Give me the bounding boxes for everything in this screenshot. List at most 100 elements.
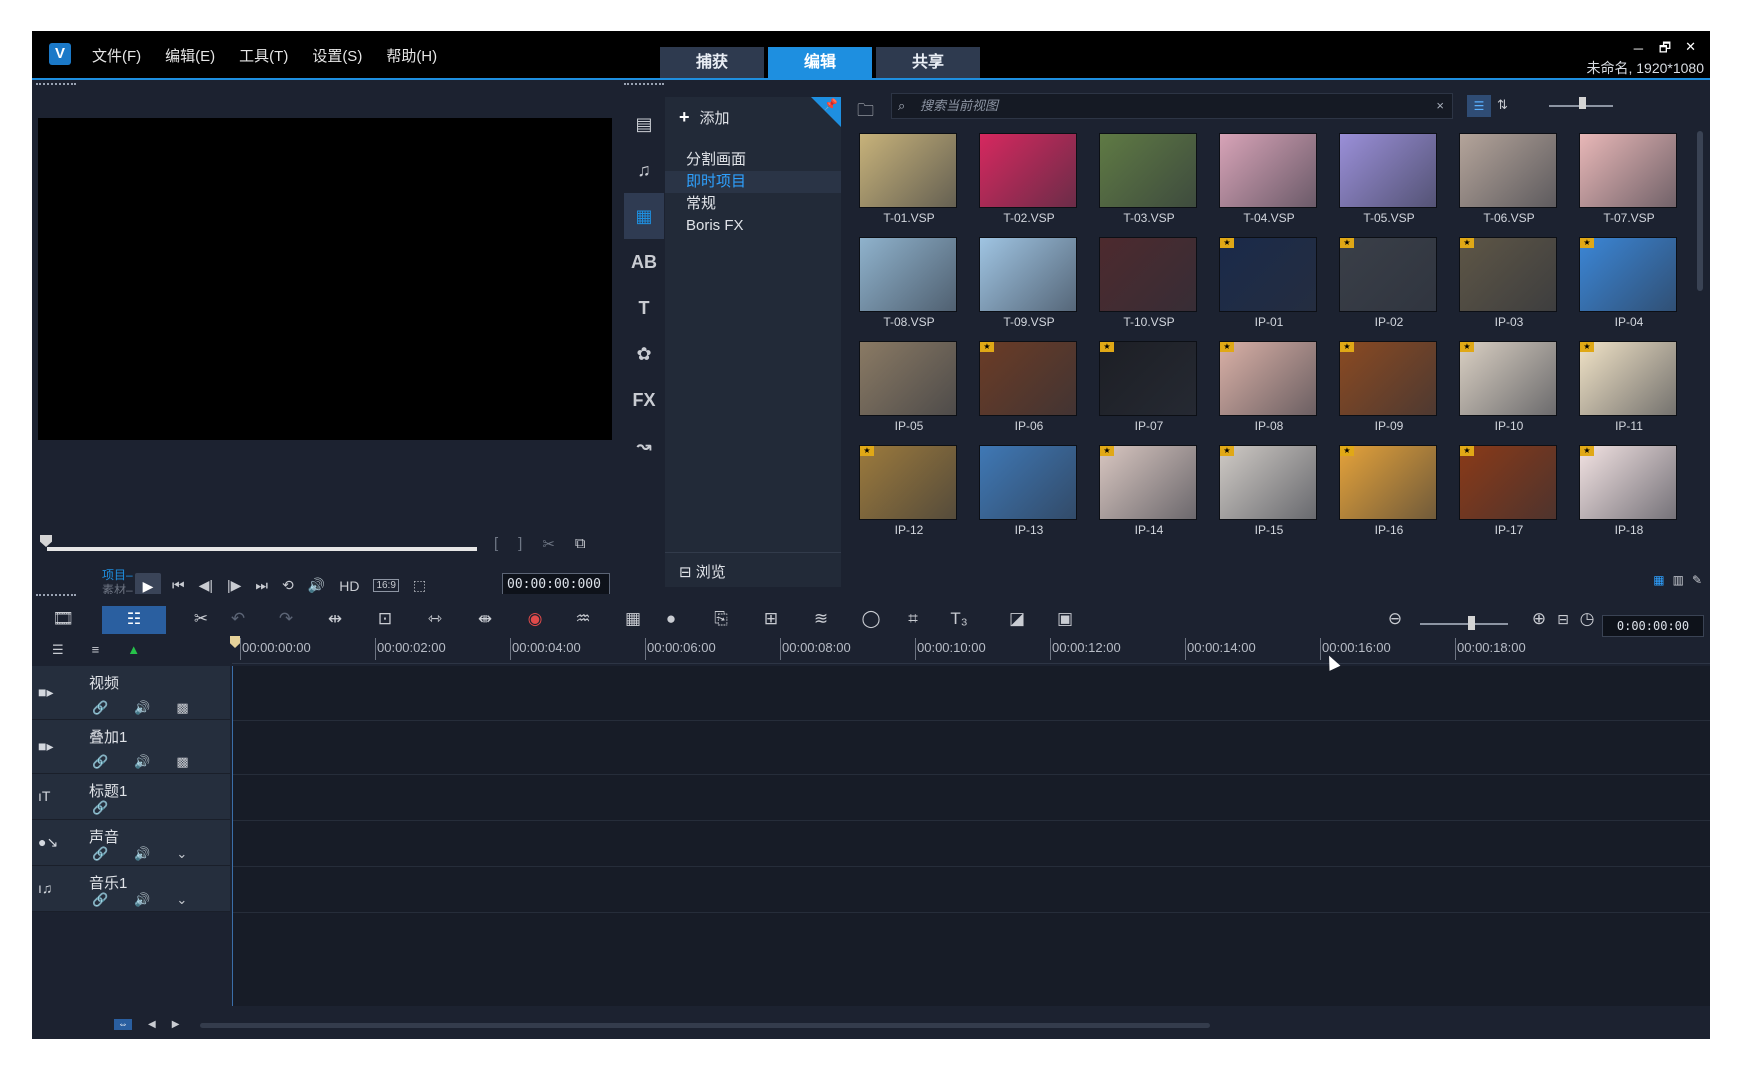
category-item[interactable]: 即时项目: [665, 171, 841, 193]
template-thumbnail[interactable]: ★ IP-16: [1329, 437, 1449, 541]
track-type-icon[interactable]: ■▸: [38, 684, 53, 701]
path-icon[interactable]: ↝: [624, 423, 664, 469]
volume-icon[interactable]: 🔊: [308, 577, 325, 594]
tab-share[interactable]: 共享: [876, 47, 980, 79]
mark-out-icon[interactable]: ]: [518, 535, 522, 553]
template-thumbnail[interactable]: ★ IP-09: [1329, 333, 1449, 437]
enlarge-preview-icon[interactable]: ⧉: [575, 535, 586, 553]
tab-edit[interactable]: 编辑: [768, 47, 872, 79]
link-icon[interactable]: 🔗: [92, 754, 108, 770]
track-type-icon[interactable]: ■▸: [38, 738, 53, 755]
track-header[interactable]: ■▸ 视频 🔗 🔊 ▩: [32, 666, 230, 720]
expand-icon[interactable]: ⌄: [176, 892, 187, 908]
multicam-icon[interactable]: ▦: [620, 604, 646, 634]
panel-grip[interactable]: [36, 83, 76, 86]
track-header[interactable]: ●↘ 声音 🔗 🔊 ⌄: [32, 820, 230, 866]
pin-icon[interactable]: 📌: [811, 97, 841, 127]
title-3d-icon[interactable]: T₃: [942, 604, 976, 634]
template-thumbnail[interactable]: ★ IP-15: [1209, 437, 1329, 541]
motion-icon[interactable]: ≋: [808, 604, 834, 634]
options-icon[interactable]: ✎: [1692, 573, 1702, 587]
track-manager-icon[interactable]: ☰: [52, 642, 64, 658]
template-thumbnail[interactable]: ★ IP-11: [1569, 333, 1689, 437]
template-thumbnail[interactable]: ★ IP-02: [1329, 229, 1449, 333]
menu-help[interactable]: 帮助(H): [386, 45, 437, 66]
browse-button[interactable]: ⊟ 浏览: [679, 561, 726, 582]
menu-tools[interactable]: 工具(T): [239, 45, 288, 66]
home-icon[interactable]: ⏮: [172, 577, 185, 594]
sort-icon[interactable]: ⇅: [1497, 97, 1508, 113]
category-item[interactable]: Boris FX: [665, 215, 841, 237]
project-mode-label[interactable]: 项目–: [102, 568, 133, 583]
category-item[interactable]: 分割画面: [665, 149, 841, 171]
template-thumbnail[interactable]: T-05.VSP: [1329, 125, 1449, 229]
template-thumbnail[interactable]: T-02.VSP: [969, 125, 1089, 229]
link-icon[interactable]: 🔗: [92, 800, 108, 816]
template-thumbnail[interactable]: IP-05: [849, 333, 969, 437]
split-screen-icon[interactable]: ⊞: [758, 604, 784, 634]
thumbnail-view-icon[interactable]: ▥: [1673, 573, 1684, 587]
end-icon[interactable]: ⏭: [255, 577, 268, 594]
export-icon[interactable]: ▣: [1052, 604, 1078, 634]
track-type-icon[interactable]: ●↘: [38, 834, 58, 851]
template-thumbnail[interactable]: T-08.VSP: [849, 229, 969, 333]
title-icon[interactable]: T: [624, 285, 664, 331]
fit-icon[interactable]: ⇹: [322, 604, 348, 634]
previous-frame-icon[interactable]: ◀|: [199, 577, 213, 594]
link-icon[interactable]: 🔗: [92, 846, 108, 862]
thumbnail-size-knob[interactable]: [1579, 97, 1586, 109]
zoom-slider[interactable]: [1420, 623, 1508, 625]
zoom-in-icon[interactable]: ⊕: [1528, 604, 1550, 634]
track-header[interactable]: ■▸ 叠加1 🔗 🔊 ▩: [32, 720, 230, 774]
chapter-point-icon[interactable]: ▲: [127, 642, 140, 658]
media-icon[interactable]: ▤: [624, 101, 664, 147]
ripple-icon[interactable]: ▩: [176, 754, 188, 770]
panel-grip[interactable]: [36, 594, 76, 597]
link-icon[interactable]: 🔗: [92, 892, 108, 908]
loop-icon[interactable]: ◯: [858, 604, 884, 634]
template-thumbnail[interactable]: ★ IP-18: [1569, 437, 1689, 541]
library-scrollbar[interactable]: [1697, 131, 1703, 291]
zoom-slider-knob[interactable]: [1468, 616, 1475, 630]
template-thumbnail[interactable]: ★ IP-12: [849, 437, 969, 541]
template-thumbnail[interactable]: ★ IP-04: [1569, 229, 1689, 333]
template-thumbnail[interactable]: ★ IP-01: [1209, 229, 1329, 333]
crop-icon[interactable]: ⬚: [413, 577, 426, 594]
color-correct-icon[interactable]: ◪: [1004, 604, 1030, 634]
template-thumbnail[interactable]: IP-13: [969, 437, 1089, 541]
category-item[interactable]: 常规: [665, 193, 841, 215]
instant-project-icon[interactable]: ▦: [624, 193, 664, 239]
storyboard-view-icon[interactable]: 🎞: [48, 604, 78, 634]
graphic-icon[interactable]: ✿: [624, 331, 664, 377]
search-input[interactable]: ⌕ 搜索当前视图 ×: [891, 93, 1453, 119]
link-icon[interactable]: 🔗: [92, 700, 108, 716]
time-ruler[interactable]: 00:00:00:00 00:00:02:00 00:00:04:00 00:00:0…: [232, 636, 1710, 664]
template-thumbnail[interactable]: ★ IP-17: [1449, 437, 1569, 541]
split-icon[interactable]: ⇿: [422, 604, 448, 634]
scroll-right-icon[interactable]: ▶: [172, 1019, 180, 1030]
subtitle-icon[interactable]: ⎘: [708, 604, 734, 634]
panel-grip[interactable]: [624, 83, 664, 86]
show-library-icon[interactable]: ▦: [1653, 573, 1664, 587]
mute-icon[interactable]: 🔊: [134, 846, 150, 862]
mute-icon[interactable]: 🔊: [134, 892, 150, 908]
scrubber-track[interactable]: [47, 547, 477, 551]
template-thumbnail[interactable]: ★ IP-10: [1449, 333, 1569, 437]
mark-in-icon[interactable]: [: [494, 535, 498, 553]
track-header[interactable]: ıT 标题1 🔗: [32, 774, 230, 820]
repeat-icon[interactable]: ⟲: [282, 577, 294, 594]
crop-tool-icon[interactable]: ⊡: [372, 604, 398, 634]
template-thumbnail[interactable]: ★ IP-03: [1449, 229, 1569, 333]
clear-search-icon[interactable]: ×: [1436, 94, 1444, 118]
audio-icon[interactable]: ♫: [624, 147, 664, 193]
template-thumbnail[interactable]: T-03.VSP: [1089, 125, 1209, 229]
tab-capture[interactable]: 捕获: [660, 47, 764, 79]
aspect-ratio-button[interactable]: 16:9: [373, 579, 399, 592]
mute-icon[interactable]: 🔊: [134, 700, 150, 716]
template-thumbnail[interactable]: ★ IP-07: [1089, 333, 1209, 437]
undo-icon[interactable]: ↶: [225, 604, 251, 634]
capture-icon[interactable]: ⌗: [900, 604, 926, 634]
menu-edit[interactable]: 编辑(E): [165, 45, 215, 66]
mask-icon[interactable]: ●: [658, 604, 684, 634]
timeline-timecode[interactable]: 0:00:00:00: [1602, 615, 1704, 637]
